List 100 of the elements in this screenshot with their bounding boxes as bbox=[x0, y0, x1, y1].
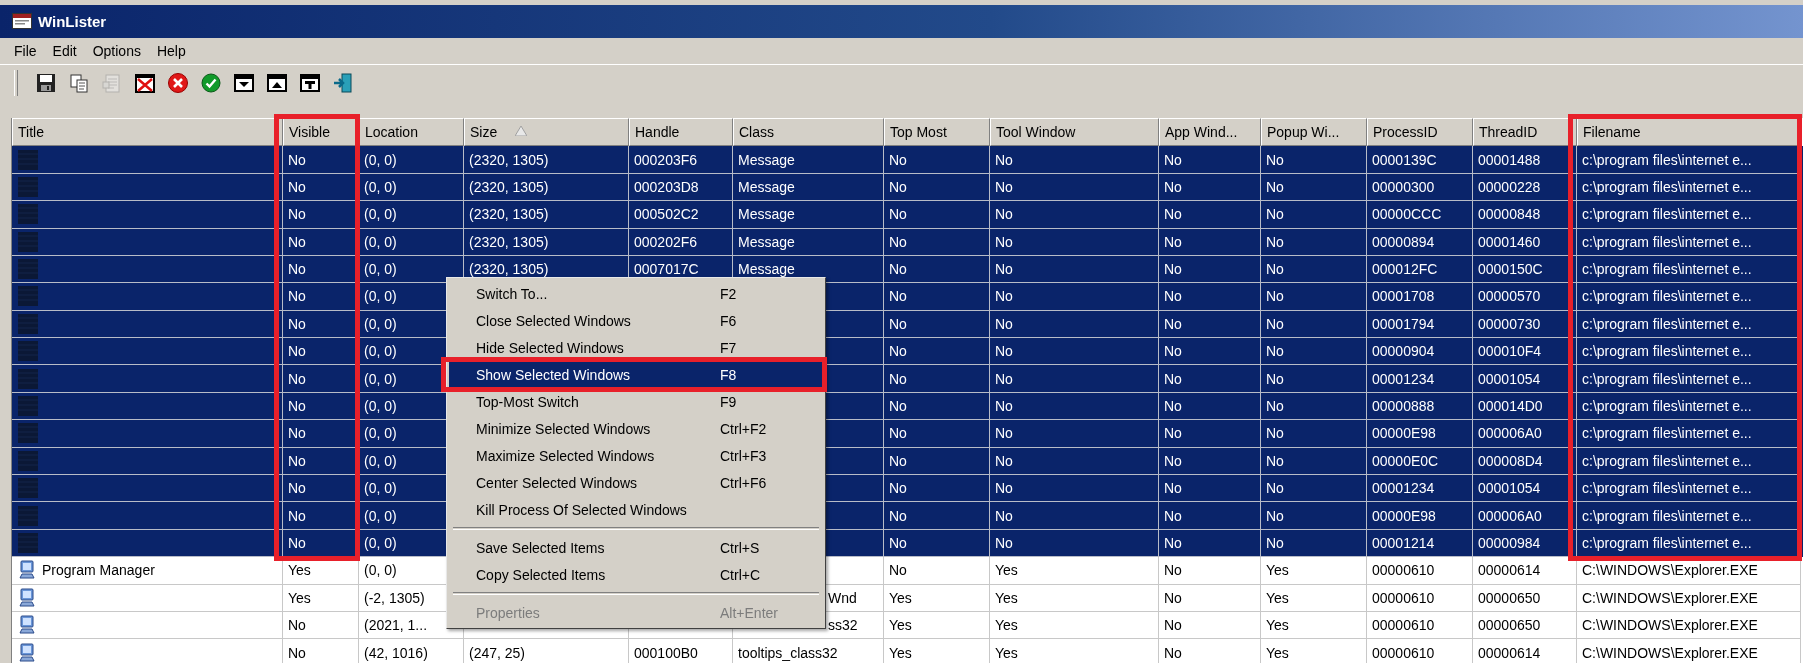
table-cell: 00000228 bbox=[1478, 178, 1541, 195]
table-cell: Yes bbox=[1266, 589, 1289, 606]
table-cell: 00000610 bbox=[1372, 562, 1435, 579]
column-header[interactable]: ThreadID bbox=[1473, 118, 1577, 147]
table-cell: Yes bbox=[995, 644, 1018, 661]
shortcut-text: Ctrl+F2 bbox=[720, 420, 767, 437]
table-cell: No bbox=[1266, 178, 1284, 195]
table-cell: No bbox=[288, 206, 306, 223]
table-cell: No bbox=[995, 233, 1013, 250]
table-cell: Yes bbox=[995, 562, 1018, 579]
table-cell: (0, 0) bbox=[364, 151, 397, 168]
table-cell: Yes bbox=[1266, 617, 1289, 634]
table-row[interactable]: No (0, 0) (2320, 1305) 000502C2 Message No No No No 00000CCC 00000848 c:\program files\internet e... bbox=[12, 201, 1803, 229]
column-header[interactable]: App Wind... bbox=[1159, 118, 1261, 147]
table-cell: 000014D0 bbox=[1478, 398, 1543, 415]
table-cell: No bbox=[995, 452, 1013, 469]
table-cell: 0007017C bbox=[634, 261, 699, 278]
table-cell: No bbox=[1164, 425, 1182, 442]
table-cell: 00000614 bbox=[1478, 562, 1541, 579]
table-cell: No bbox=[1164, 261, 1182, 278]
table-cell: No bbox=[288, 233, 306, 250]
column-header[interactable]: Tool Window bbox=[990, 118, 1159, 147]
table-row[interactable]: No (0, 0) (2320, 1305) 000202F6 Message No No No No 00000894 00001460 c:\program files\internet e... bbox=[12, 228, 1803, 256]
table-cell: No bbox=[1164, 178, 1182, 195]
table-row[interactable]: No (0, 0) (2320, 1305) 000203D8 Message No No No No 00000300 00000228 c:\program files\internet e... bbox=[12, 173, 1803, 202]
copy-icon[interactable] bbox=[68, 72, 90, 95]
table-cell: Yes bbox=[288, 562, 311, 579]
table-cell: (0, 0) bbox=[364, 261, 397, 278]
window-icon bbox=[18, 259, 38, 280]
table-row[interactable]: No (42, 1016) (247, 25) 000100B0 tooltips_class32 Yes Yes No Yes 00000610 00000614 C:\WINDOWS\Explorer.EXE bbox=[12, 639, 1803, 663]
window-icon bbox=[18, 176, 38, 197]
table-cell: c:\program files\internet e... bbox=[1582, 480, 1752, 497]
menu-item[interactable]: Edit bbox=[44, 40, 85, 61]
table-cell: No bbox=[995, 315, 1013, 332]
table-cell: 00001794 bbox=[1372, 315, 1435, 332]
table-cell: No bbox=[889, 535, 907, 551]
table-cell: No bbox=[1266, 425, 1284, 442]
column-header[interactable]: Handle bbox=[629, 118, 733, 147]
table-cell: No bbox=[1164, 452, 1182, 469]
table-cell: No bbox=[288, 343, 306, 360]
table-cell: Yes bbox=[1266, 644, 1289, 661]
table-cell: 00000CCC bbox=[1372, 206, 1442, 223]
table-cell: No bbox=[1164, 233, 1182, 250]
table-cell: No bbox=[889, 370, 907, 387]
table-cell: No bbox=[288, 452, 306, 469]
table-cell: 000006A0 bbox=[1478, 507, 1542, 524]
table-cell: 00001708 bbox=[1372, 288, 1435, 305]
table-cell: 000203F6 bbox=[634, 151, 698, 168]
table-cell: 00001234 bbox=[1372, 480, 1435, 497]
table-cell: Message bbox=[738, 151, 795, 168]
table-cell: 00000614 bbox=[1478, 644, 1541, 661]
table-cell: No bbox=[889, 507, 907, 524]
table-cell: Yes bbox=[889, 644, 912, 661]
table-cell: Yes bbox=[995, 617, 1018, 634]
table-cell: (0, 0) bbox=[364, 288, 397, 305]
table-cell: 00001488 bbox=[1478, 151, 1541, 168]
close-icon[interactable] bbox=[167, 72, 189, 95]
table-cell: 000008D4 bbox=[1478, 452, 1543, 469]
table-cell: c:\program files\internet e... bbox=[1582, 425, 1752, 442]
table-cell: No bbox=[288, 261, 306, 278]
window-title: WinLister bbox=[38, 12, 107, 30]
column-header[interactable]: Popup Wi... bbox=[1261, 118, 1367, 147]
table-cell: (0, 0) bbox=[364, 343, 397, 360]
table-cell: No bbox=[1266, 343, 1284, 360]
table-row[interactable]: No (0, 0) (2320, 1305) 000203F6 Message No No No No 0000139C 00001488 c:\program files\internet e... bbox=[12, 146, 1803, 174]
column-header[interactable]: Class bbox=[733, 118, 884, 147]
menu-item[interactable]: Help bbox=[148, 40, 194, 61]
window-icon bbox=[18, 368, 38, 389]
table-cell: c:\program files\internet e... bbox=[1582, 343, 1752, 360]
table-cell: C:\WINDOWS\Explorer.EXE bbox=[1582, 562, 1758, 579]
table-cell: No bbox=[995, 398, 1013, 415]
column-header[interactable]: Top Most bbox=[884, 118, 990, 147]
column-header[interactable]: Size bbox=[464, 118, 629, 147]
table-cell: No bbox=[288, 370, 306, 387]
table-cell: 00001234 bbox=[1372, 370, 1435, 387]
table-cell: No bbox=[288, 480, 306, 497]
table-cell: Yes bbox=[288, 589, 311, 606]
table-cell: c:\program files\internet e... bbox=[1582, 261, 1752, 278]
table-cell-text: ss32 bbox=[827, 617, 858, 634]
column-header[interactable]: Location bbox=[359, 118, 464, 147]
column-header[interactable]: Title bbox=[12, 118, 283, 147]
table-cell: No bbox=[1266, 288, 1284, 305]
checkmark-icon[interactable] bbox=[200, 72, 222, 95]
table-cell: No bbox=[288, 288, 306, 305]
table-cell: No bbox=[889, 343, 907, 360]
table-cell: No bbox=[1266, 206, 1284, 223]
table-cell: (-2, 1305) bbox=[364, 589, 425, 606]
window-icon bbox=[18, 533, 38, 553]
menu-item[interactable]: File bbox=[6, 40, 45, 61]
table-cell: No bbox=[889, 398, 907, 415]
door-arrow-icon[interactable] bbox=[332, 72, 354, 95]
column-header[interactable]: ProcessID bbox=[1367, 118, 1473, 147]
table-cell: No bbox=[1164, 535, 1182, 551]
window-x-icon[interactable] bbox=[134, 72, 156, 95]
table-cell: Yes bbox=[995, 589, 1018, 606]
menu-item[interactable]: Options bbox=[84, 40, 149, 61]
table-cell: c:\program files\internet e... bbox=[1582, 370, 1752, 387]
table-cell: No bbox=[889, 562, 907, 579]
window-t-icon[interactable] bbox=[299, 72, 321, 95]
table-cell: No bbox=[1164, 507, 1182, 524]
